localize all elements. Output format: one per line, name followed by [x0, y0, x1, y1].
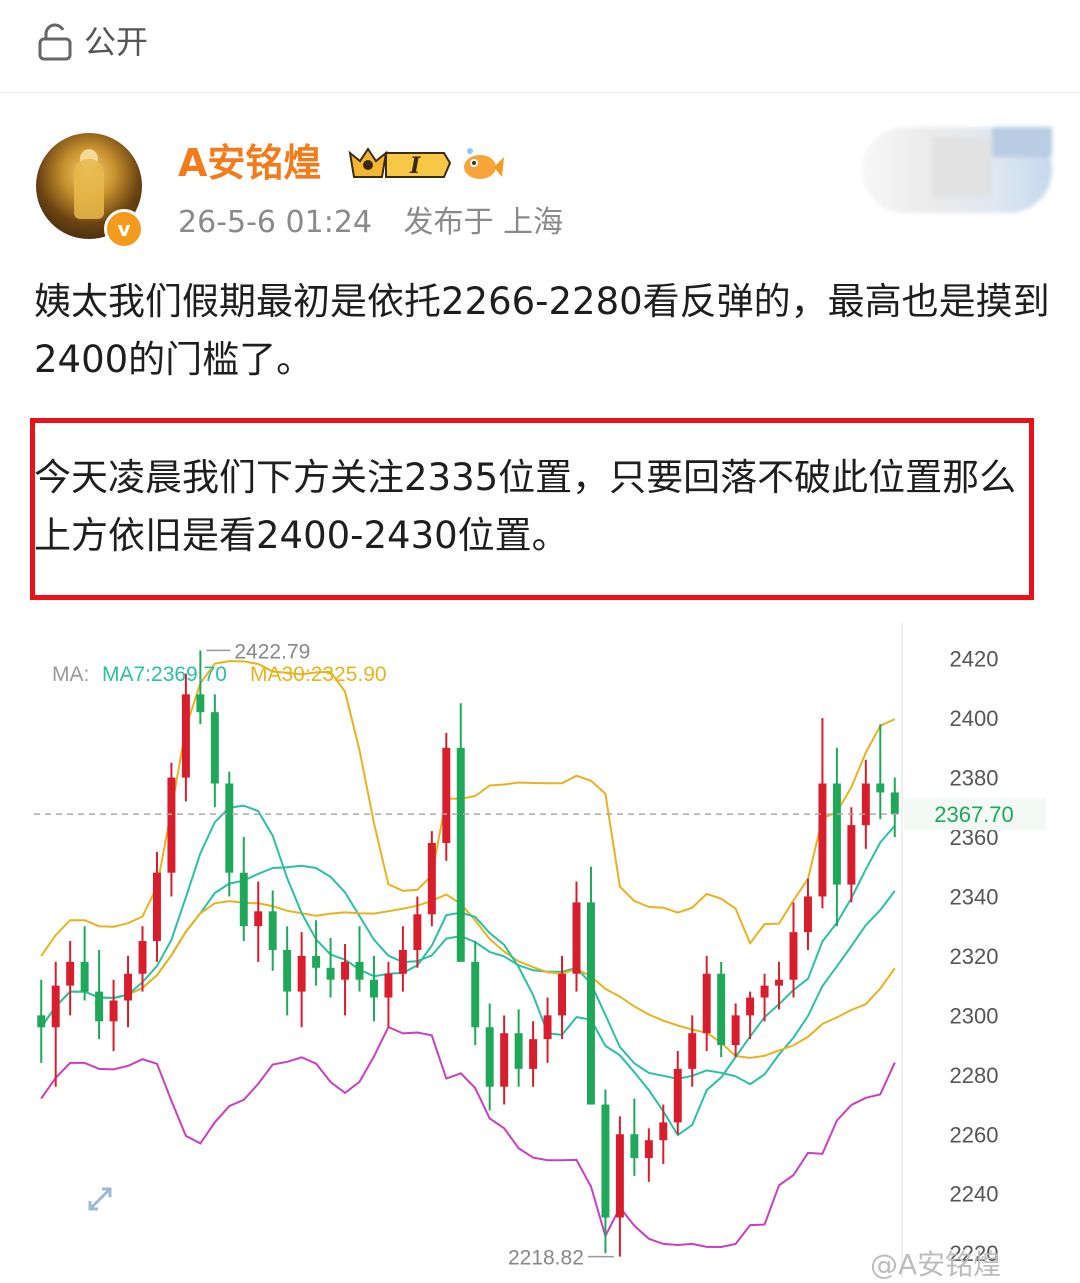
candle-body	[847, 825, 856, 885]
candle-body	[413, 914, 422, 950]
y-tick-label: 2380	[950, 766, 999, 791]
candle-body	[673, 1068, 682, 1123]
candle-body	[746, 997, 755, 1016]
low-label: 2218.82	[508, 1247, 584, 1270]
post-date: 26-5-6 01:24	[178, 205, 372, 240]
level-badge-text: I	[409, 153, 421, 179]
candle-body	[789, 932, 798, 980]
candle-body	[861, 783, 870, 826]
candle-body	[890, 792, 899, 815]
ma30-legend: MA30:2325.90	[250, 663, 387, 686]
expand-icon[interactable]	[88, 1187, 112, 1211]
crown-level-icon: I	[348, 147, 452, 179]
candle-body	[832, 783, 841, 885]
candle-body	[138, 941, 147, 974]
candle-body	[66, 961, 75, 986]
candle-body	[239, 872, 248, 927]
y-tick-label: 2340	[950, 884, 999, 909]
candle-body	[717, 973, 726, 1046]
candle-body	[572, 902, 581, 974]
candle-body	[775, 979, 784, 986]
y-tick-label: 2400	[950, 706, 999, 731]
candle-body	[659, 1122, 668, 1141]
highlight-box	[30, 418, 1034, 600]
last-price-label: 2367.70	[934, 802, 1014, 827]
visibility-label: 公开	[84, 23, 149, 61]
follow-button-blurred[interactable]	[862, 127, 1052, 213]
ma-legend-label: MA:	[52, 663, 89, 686]
candle-body	[702, 973, 711, 1034]
candle-body	[152, 872, 161, 942]
boll-mid-line	[40, 864, 896, 1086]
candle-body	[369, 979, 378, 998]
candle-body	[471, 961, 480, 1028]
candle-body	[109, 1000, 118, 1022]
candle-body	[283, 949, 292, 992]
candle-body	[80, 961, 89, 992]
y-tick-label: 2280	[950, 1063, 999, 1088]
author-name[interactable]: A安铭煌	[178, 139, 321, 187]
post-location: 发布于 上海	[403, 205, 564, 240]
candle-body	[196, 694, 205, 713]
y-tick-label: 2320	[950, 944, 999, 969]
candle-body	[558, 973, 567, 1016]
candle-body	[341, 961, 350, 980]
y-tick-label: 2260	[950, 1122, 999, 1147]
candle-body	[254, 911, 263, 927]
candle-body	[630, 1134, 639, 1159]
candle-body	[51, 985, 60, 1028]
candle-body	[731, 1015, 740, 1046]
candle-body	[876, 783, 885, 793]
candle-body	[601, 1104, 610, 1218]
candle-body	[514, 1033, 523, 1069]
watermark: @A安铭煌	[870, 1248, 1002, 1281]
fish-icon	[464, 148, 504, 179]
high-label: 2422.79	[234, 640, 310, 663]
visibility-bar: 公开	[0, 0, 1080, 93]
candle-body	[37, 1015, 46, 1028]
candle-body	[210, 712, 219, 784]
candle-body	[586, 902, 595, 1105]
candle-body	[818, 783, 827, 897]
candle-body	[268, 911, 277, 950]
y-tick-label: 2300	[950, 1003, 999, 1028]
y-tick-label: 2420	[950, 647, 999, 672]
ma7-legend: MA7:2369.70	[102, 663, 227, 686]
candle-body	[500, 1033, 509, 1087]
candle-body	[95, 991, 104, 1022]
candle-body	[398, 949, 407, 974]
y-tick-label: 2240	[950, 1182, 999, 1207]
candle-body	[803, 896, 812, 933]
candle-body	[543, 1015, 552, 1040]
candle-body	[167, 777, 176, 873]
candle-body	[442, 747, 451, 843]
candle-body	[181, 694, 190, 778]
lock-icon	[38, 23, 72, 61]
candle-body	[225, 783, 234, 873]
post-paragraph: 姨太我们假期最初是依托2266-2280看反弹的，最高也是摸到2400的门槛了。	[34, 280, 1050, 381]
candle-body	[124, 973, 133, 1001]
candle-body	[644, 1140, 653, 1159]
candle-body	[297, 955, 306, 992]
verified-v-icon: v	[104, 209, 144, 249]
candle-body	[427, 842, 436, 915]
candle-body	[615, 1134, 624, 1218]
weibo-post: v A安铭煌 I 26-5-6 01:24 发布于 上海 姨太我们假期最初是依托…	[0, 93, 1080, 1281]
post-meta: 26-5-6 01:24 发布于 上海	[178, 203, 585, 243]
candle-body	[485, 1027, 494, 1087]
candle-body	[456, 747, 465, 962]
candlestick-chart[interactable]: 2420240023802360234023202300228022602240…	[30, 563, 1050, 1278]
ma30-line	[40, 893, 896, 1059]
candle-body	[760, 985, 769, 998]
candle-body	[326, 967, 335, 980]
candle-body	[384, 973, 393, 998]
candle-body	[355, 961, 364, 980]
boll-lower-line	[40, 1025, 896, 1249]
candle-body	[688, 1033, 697, 1069]
candle-body	[529, 1039, 538, 1069]
candle-body	[312, 955, 321, 968]
